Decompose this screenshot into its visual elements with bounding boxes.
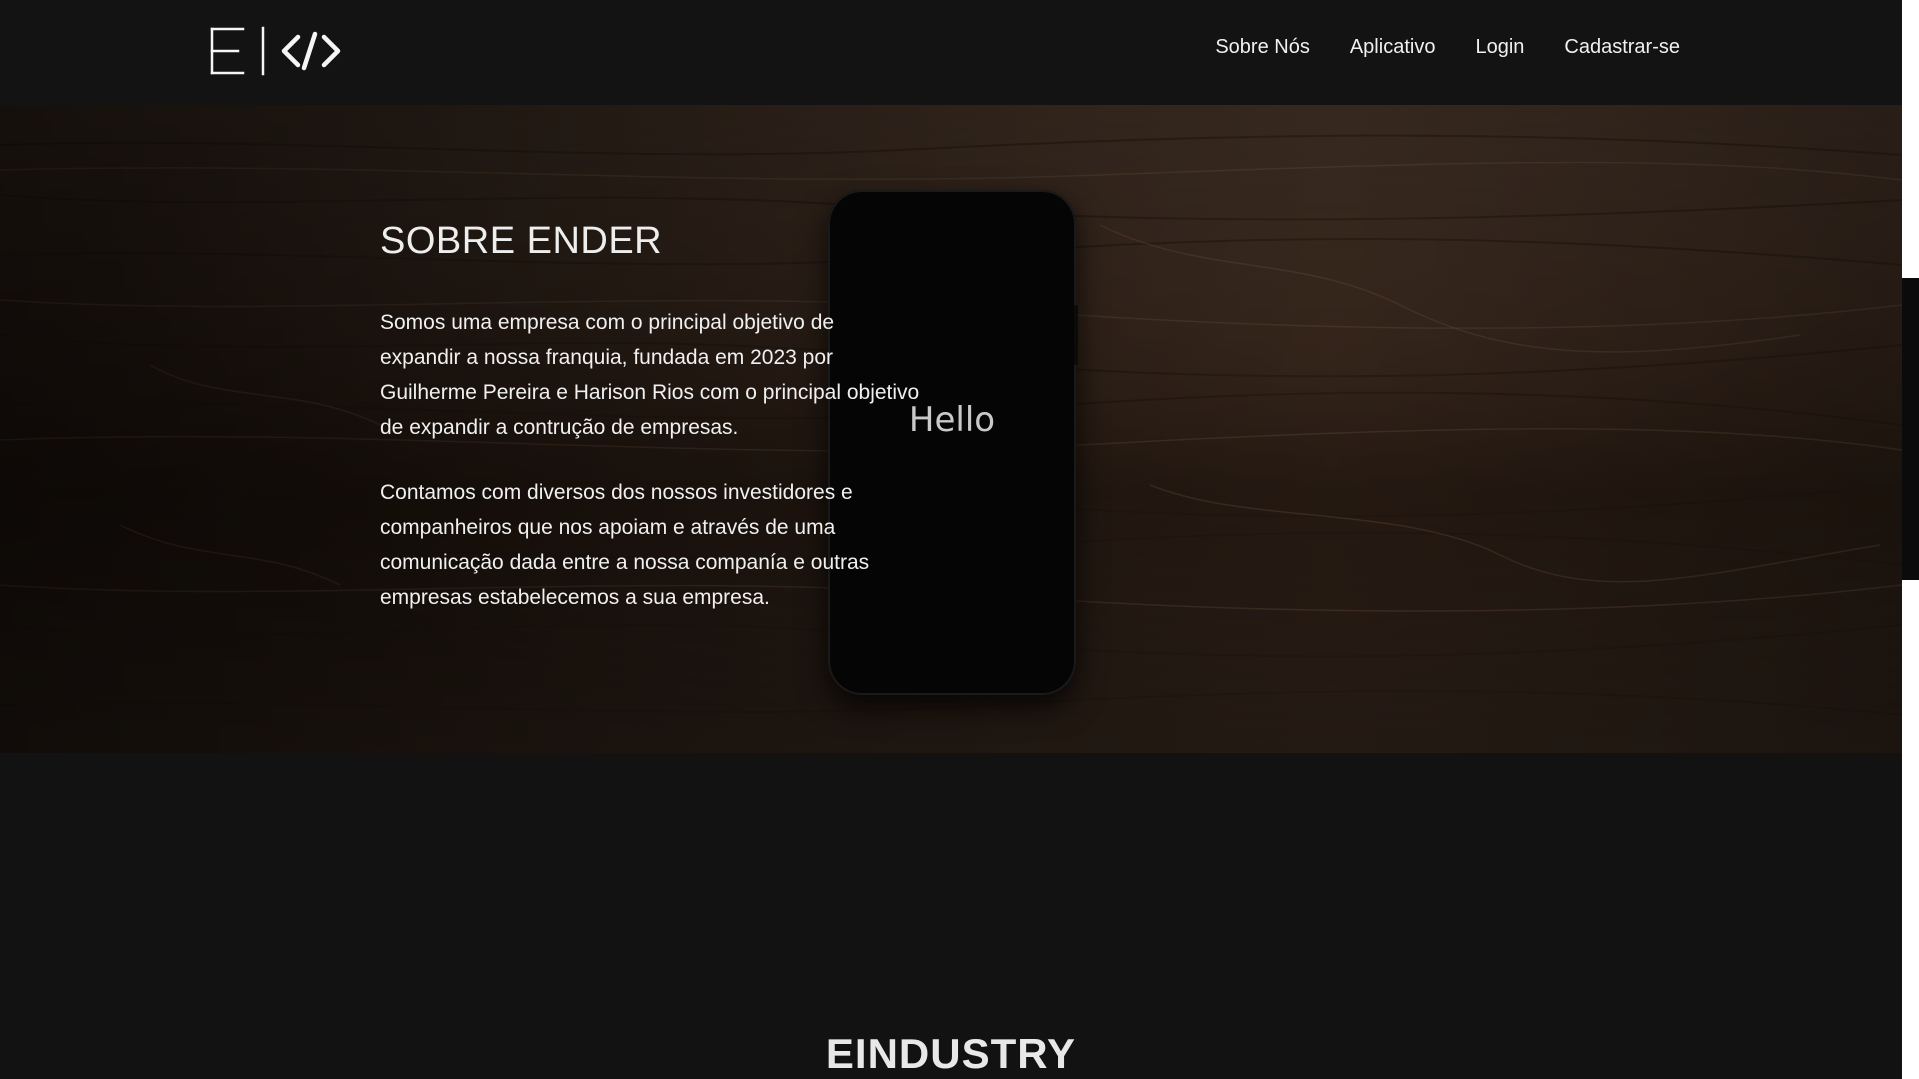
e-code-logo-icon bbox=[210, 26, 341, 76]
about-hero: Hello SOBRE ENDER Somos uma empresa com … bbox=[0, 105, 1902, 753]
about-content: SOBRE ENDER Somos uma empresa com o prin… bbox=[380, 220, 920, 645]
scrollbar-thumb[interactable] bbox=[1902, 278, 1919, 580]
phone-side-button bbox=[1074, 305, 1078, 365]
nav-sobre-nos[interactable]: Sobre Nós bbox=[1215, 36, 1310, 59]
section-title-eindustry: EINDUSTRY bbox=[825, 1030, 1077, 1077]
nav-cadastrar-se[interactable]: Cadastrar-se bbox=[1564, 36, 1680, 59]
logo[interactable] bbox=[210, 26, 350, 76]
page: Sobre Nós Aplicativo Login Cadastrar-se bbox=[0, 0, 1919, 1079]
about-title: SOBRE ENDER bbox=[380, 220, 663, 262]
nav-aplicativo[interactable]: Aplicativo bbox=[1350, 36, 1436, 59]
top-navbar: Sobre Nós Aplicativo Login Cadastrar-se bbox=[0, 0, 1902, 105]
about-paragraph-1: Somos uma empresa com o principal objeti… bbox=[380, 311, 920, 439]
nav-login[interactable]: Login bbox=[1475, 36, 1524, 59]
main-nav: Sobre Nós Aplicativo Login Cadastrar-se bbox=[1215, 36, 1680, 59]
about-paragraph-2: Contamos com diversos dos nossos investi… bbox=[380, 481, 870, 609]
